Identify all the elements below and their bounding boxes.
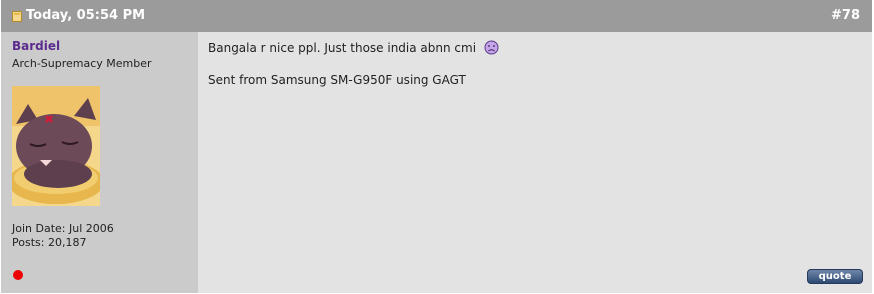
avatar-image (12, 86, 100, 206)
signature-line: Sent from Samsung SM-G950F using GAGT (208, 73, 466, 87)
message-text: Bangala r nice ppl. Just those india abn… (208, 41, 477, 55)
username-link[interactable]: Bardiel (12, 39, 60, 53)
sad-face-icon (484, 40, 499, 58)
join-date: Join Date: Jul 2006 (12, 222, 114, 235)
post-date: Today, 05:54 PM (26, 8, 146, 23)
quote-button[interactable]: quote (807, 269, 863, 284)
post-number-link[interactable]: #78 (831, 8, 860, 23)
post-icon (12, 11, 22, 22)
avatar[interactable] (12, 86, 100, 206)
user-info-panel: Bardiel Arch-Supremacy Member Join Date:… (1, 32, 198, 293)
post-count: Posts: 20,187 (12, 236, 87, 249)
user-title: Arch-Supremacy Member (12, 57, 152, 70)
message-line: Bangala r nice ppl. Just those india abn… (208, 40, 499, 58)
online-status-icon (13, 270, 23, 280)
forum-post: Today, 05:54 PM #78 Bardiel Arch-Suprema… (1, 0, 872, 293)
post-header: Today, 05:54 PM #78 (1, 0, 872, 32)
